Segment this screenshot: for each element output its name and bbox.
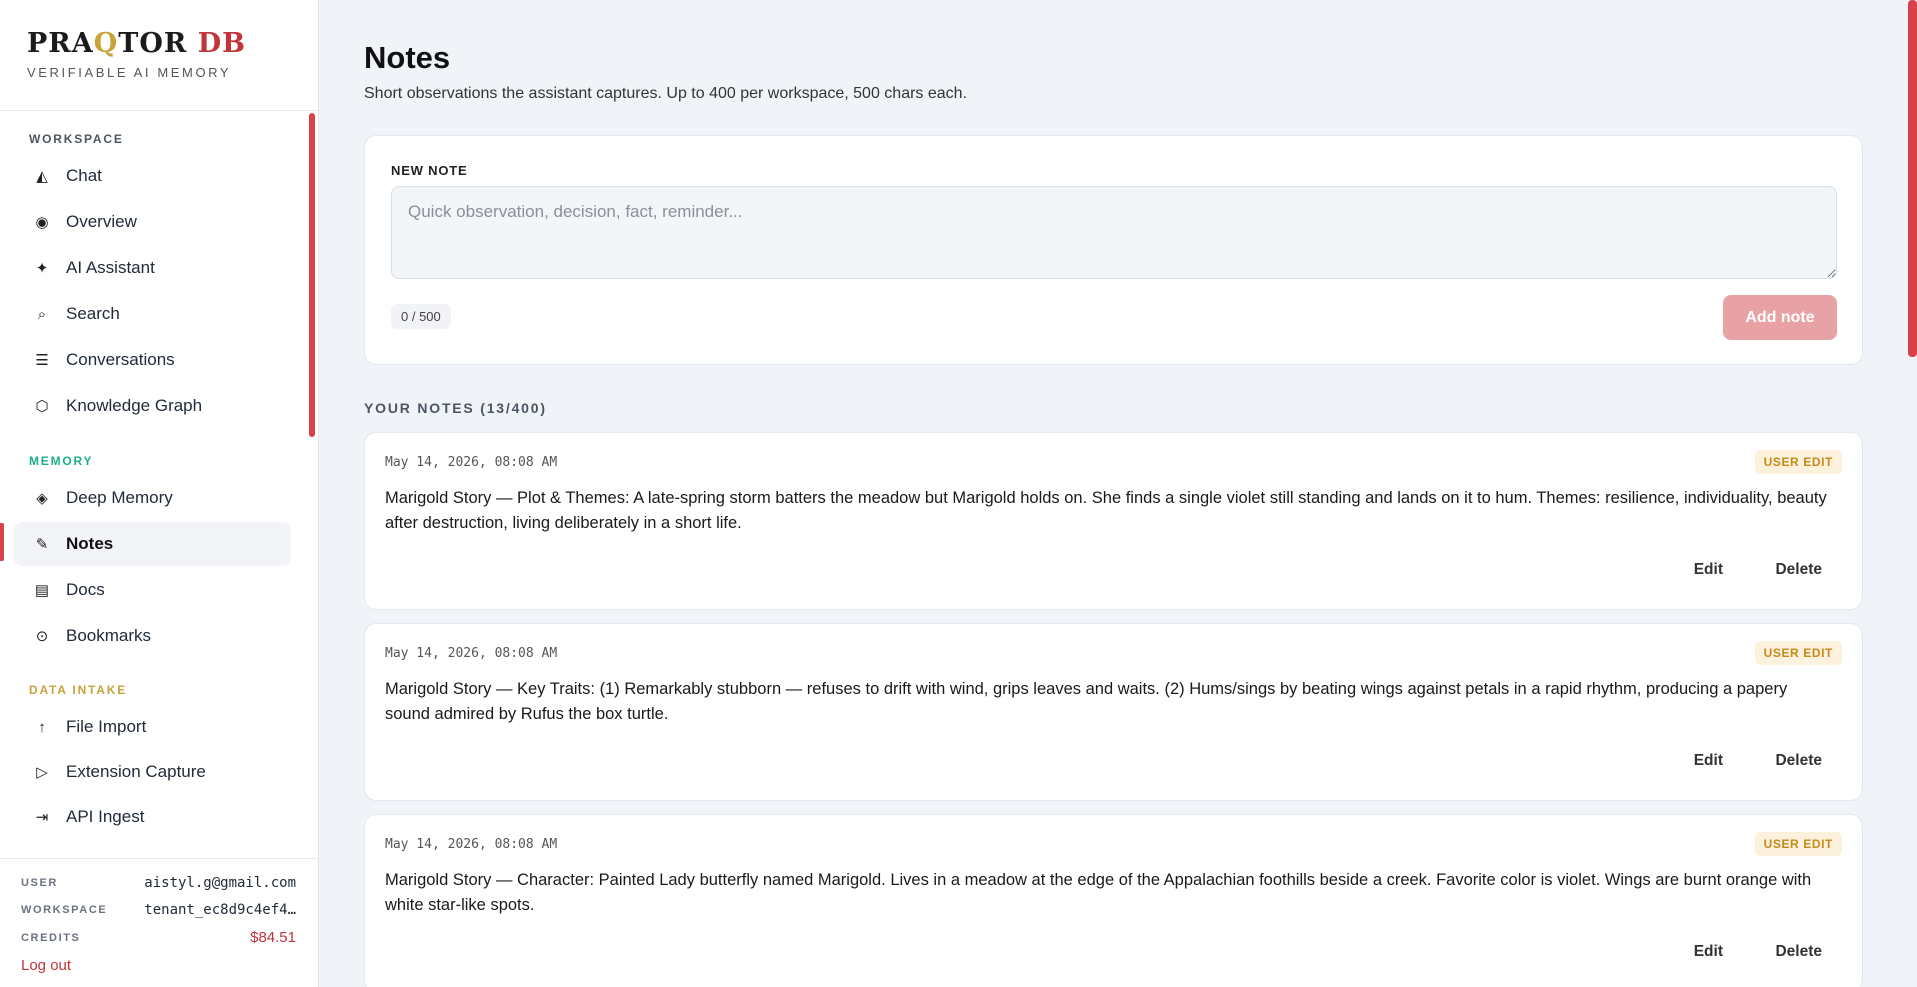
edit-button[interactable]: Edit bbox=[1694, 943, 1723, 961]
sidebar-item-label: API Ingest bbox=[66, 807, 145, 826]
user-email: aistyl.g@gmail.com bbox=[144, 875, 296, 891]
sidebar-item-overview[interactable]: ◉ Overview bbox=[14, 200, 291, 244]
list-icon: ☰ bbox=[35, 352, 49, 369]
sidebar-item-api-ingest[interactable]: ⇥ API Ingest bbox=[14, 795, 291, 839]
sidebar-item-label: Conversations bbox=[66, 350, 175, 369]
sidebar-item-search[interactable]: ⌕ Search bbox=[14, 292, 291, 336]
sidebar-item-extension-capture[interactable]: ▷ Extension Capture bbox=[14, 750, 291, 794]
sidebar-item-label: Search bbox=[66, 304, 120, 323]
credits-row: CREDITS $84.51 bbox=[21, 929, 296, 946]
play-icon: ▷ bbox=[36, 764, 48, 781]
note-badge: USER EDIT bbox=[1754, 832, 1842, 856]
sidebar-item-label: Knowledge Graph bbox=[66, 396, 203, 415]
brand: PRAQTOR DB VERIFIABLE AI MEMORY bbox=[0, 0, 318, 111]
note-badge: USER EDIT bbox=[1754, 450, 1842, 474]
diamond-icon: ◈ bbox=[36, 490, 48, 507]
note-timestamp: May 14, 2026, 08:08 AM bbox=[385, 455, 558, 470]
sidebar-item-deep-memory[interactable]: ◈ Deep Memory bbox=[14, 476, 291, 520]
sidebar-item-ai-assistant[interactable]: ✦ AI Assistant bbox=[14, 246, 291, 290]
clock-icon: ⊙ bbox=[35, 628, 49, 645]
section-data-intake: DATA INTAKE bbox=[29, 683, 128, 697]
new-note-card: NEW NOTE 0 / 500 Add note bbox=[364, 135, 1863, 365]
note-text: Marigold Story — Key Traits: (1) Remarka… bbox=[385, 680, 1788, 723]
workspace-id: tenant_ec8d9c4ef4… bbox=[144, 902, 296, 918]
sidebar: PRAQTOR DB VERIFIABLE AI MEMORY WORKSPAC… bbox=[0, 0, 319, 987]
page-scrollbar-thumb[interactable] bbox=[1908, 0, 1917, 357]
sidebar-item-notes[interactable]: ✎ Notes bbox=[14, 522, 291, 566]
note-badge: USER EDIT bbox=[1754, 641, 1842, 665]
hexagon-icon: ⬡ bbox=[35, 398, 49, 415]
brand-subtitle: VERIFIABLE AI MEMORY bbox=[27, 65, 232, 80]
credits-label: CREDITS bbox=[21, 931, 81, 944]
sail-icon: ◭ bbox=[36, 168, 48, 185]
sparkle-icon: ✦ bbox=[35, 260, 49, 277]
sidebar-item-conversations[interactable]: ☰ Conversations bbox=[14, 338, 291, 382]
edit-button[interactable]: Edit bbox=[1694, 561, 1723, 579]
target-icon: ◉ bbox=[35, 214, 49, 231]
sidebar-item-bookmarks[interactable]: ⊙ Bookmarks bbox=[14, 614, 291, 658]
notes-heading: YOUR NOTES (13/400) bbox=[364, 400, 547, 416]
new-note-label: NEW NOTE bbox=[391, 163, 468, 178]
sidebar-item-label: Notes bbox=[66, 534, 114, 553]
note-card: May 14, 2026, 08:08 AM USER EDIT Marigol… bbox=[364, 814, 1863, 987]
sidebar-item-label: Docs bbox=[66, 580, 105, 599]
sidebar-item-file-import[interactable]: ↑ File Import bbox=[14, 705, 291, 749]
sidebar-item-label: File Import bbox=[66, 717, 147, 736]
page-scrollbar[interactable] bbox=[1907, 0, 1917, 987]
section-memory: MEMORY bbox=[29, 454, 94, 468]
workspace-row: WORKSPACE tenant_ec8d9c4ef4… bbox=[21, 902, 296, 918]
page-subtitle: Short observations the assistant capture… bbox=[364, 85, 967, 102]
delete-button[interactable]: Delete bbox=[1775, 752, 1822, 770]
sidebar-item-label: Bookmarks bbox=[66, 626, 152, 645]
arrow-up-icon: ↑ bbox=[38, 718, 46, 736]
sidebar-footer bbox=[0, 858, 319, 859]
sidebar-item-label: Extension Capture bbox=[66, 762, 206, 781]
arrow-into-icon: ⇥ bbox=[35, 809, 49, 826]
search-icon: ⌕ bbox=[37, 305, 47, 323]
edit-button[interactable]: Edit bbox=[1694, 752, 1723, 770]
user-label: USER bbox=[21, 877, 58, 889]
logout-link[interactable]: Log out bbox=[21, 957, 71, 974]
sidebar-item-label: Overview bbox=[66, 212, 137, 231]
sidebar-item-docs[interactable]: ▤ Docs bbox=[14, 568, 291, 612]
sidebar-item-knowledge-graph[interactable]: ⬡ Knowledge Graph bbox=[14, 384, 291, 428]
note-text: Marigold Story — Character: Painted Lady… bbox=[385, 871, 1812, 914]
user-row: USER aistyl.g@gmail.com bbox=[21, 875, 296, 891]
add-note-button[interactable]: Add note bbox=[1723, 295, 1837, 340]
workspace-label: WORKSPACE bbox=[21, 904, 108, 916]
sidebar-item-label: Chat bbox=[66, 166, 102, 185]
doc-icon: ▤ bbox=[34, 582, 50, 599]
page-title: Notes bbox=[364, 40, 451, 75]
sidebar-item-chat[interactable]: ◭ Chat bbox=[14, 154, 291, 198]
note-timestamp: May 14, 2026, 08:08 AM bbox=[385, 646, 558, 661]
section-workspace: WORKSPACE bbox=[29, 132, 124, 146]
note-card: May 14, 2026, 08:08 AM USER EDIT Marigol… bbox=[364, 623, 1863, 801]
note-timestamp: May 14, 2026, 08:08 AM bbox=[385, 837, 558, 852]
active-indicator bbox=[0, 523, 4, 561]
note-card: May 14, 2026, 08:08 AM USER EDIT Marigol… bbox=[364, 432, 1863, 610]
brand-logo[interactable]: PRAQTOR DB bbox=[27, 28, 318, 59]
sidebar-item-label: AI Assistant bbox=[66, 258, 155, 277]
credits-value: $84.51 bbox=[250, 929, 296, 946]
delete-button[interactable]: Delete bbox=[1775, 561, 1822, 579]
sidebar-item-label: Deep Memory bbox=[66, 488, 173, 507]
char-counter: 0 / 500 bbox=[391, 304, 451, 329]
new-note-input[interactable] bbox=[391, 186, 1837, 279]
note-text: Marigold Story — Plot & Themes: A late-s… bbox=[385, 489, 1827, 532]
sidebar-scrollbar[interactable] bbox=[309, 113, 315, 437]
delete-button[interactable]: Delete bbox=[1775, 943, 1822, 961]
pen-icon: ✎ bbox=[35, 536, 49, 553]
